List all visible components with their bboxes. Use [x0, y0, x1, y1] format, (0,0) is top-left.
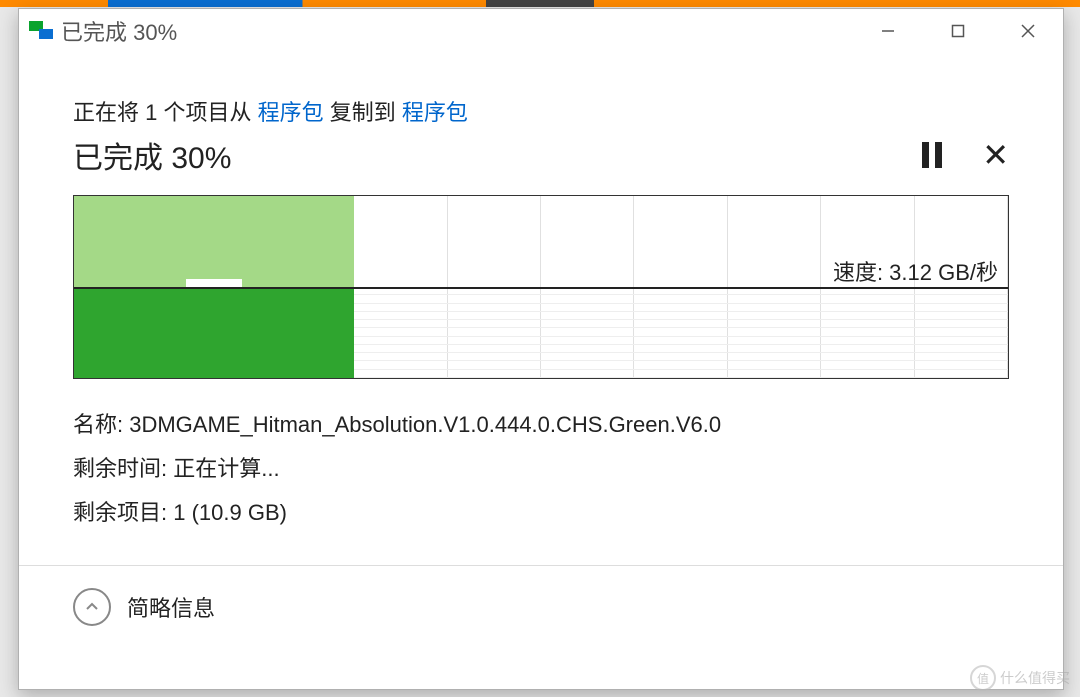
collapse-button[interactable] — [73, 588, 111, 626]
chart-progress-fill — [74, 287, 354, 378]
minimize-button[interactable] — [853, 9, 923, 53]
copy-icon — [29, 19, 53, 43]
chart-speed-dip — [186, 279, 242, 287]
time-value: 正在计算... — [173, 456, 279, 481]
speed-chart: 速度: 3.12 GB/秒 — [73, 195, 1009, 379]
sentence-mid: 复制到 — [324, 100, 402, 125]
items-value: 1 (10.9 GB) — [173, 500, 287, 525]
watermark-text: 什么值得买 — [1000, 668, 1070, 688]
copy-sentence: 正在将 1 个项目从 程序包 复制到 程序包 — [73, 95, 1009, 127]
speed-label: 速度: 3.12 GB/秒 — [833, 255, 998, 287]
detail-items-row: 剩余项目: 1 (10.9 GB) — [73, 495, 1009, 527]
name-label: 名称: — [73, 412, 129, 437]
background-taskbar — [0, 0, 1080, 7]
cancel-button[interactable]: ✕ — [982, 142, 1009, 168]
detail-name-row: 名称: 3DMGAME_Hitman_Absolution.V1.0.444.0… — [73, 407, 1009, 439]
progress-header-row: 已完成 30% ✕ — [73, 133, 1009, 177]
name-value: 3DMGAME_Hitman_Absolution.V1.0.444.0.CHS… — [129, 412, 721, 437]
watermark: 值 什么值得买 — [970, 665, 1070, 691]
close-button[interactable] — [993, 9, 1063, 53]
chart-midline — [74, 287, 1008, 289]
maximize-button[interactable] — [923, 9, 993, 53]
footer-label[interactable]: 简略信息 — [127, 591, 215, 623]
progress-title: 已完成 30% — [73, 133, 231, 177]
copy-dialog-window: 已完成 30% 正在将 1 个项目从 程序包 复制到 程序包 已完成 30% ✕ — [18, 8, 1064, 690]
sentence-prefix: 正在将 1 个项目从 — [73, 100, 258, 125]
destination-link[interactable]: 程序包 — [402, 100, 468, 125]
titlebar[interactable]: 已完成 30% — [19, 9, 1063, 53]
source-link[interactable]: 程序包 — [258, 100, 324, 125]
detail-time-row: 剩余时间: 正在计算... — [73, 451, 1009, 483]
chart-speed-area — [74, 196, 354, 287]
items-label: 剩余项目: — [73, 500, 173, 525]
time-label: 剩余时间: — [73, 456, 173, 481]
window-title: 已完成 30% — [61, 15, 853, 47]
pause-button[interactable] — [922, 142, 948, 168]
progress-controls: ✕ — [922, 142, 1009, 168]
content-area: 正在将 1 个项目从 程序包 复制到 程序包 已完成 30% ✕ 速度: 3.1… — [19, 53, 1063, 626]
footer-row: 简略信息 — [73, 566, 1009, 626]
watermark-icon: 值 — [970, 665, 996, 691]
